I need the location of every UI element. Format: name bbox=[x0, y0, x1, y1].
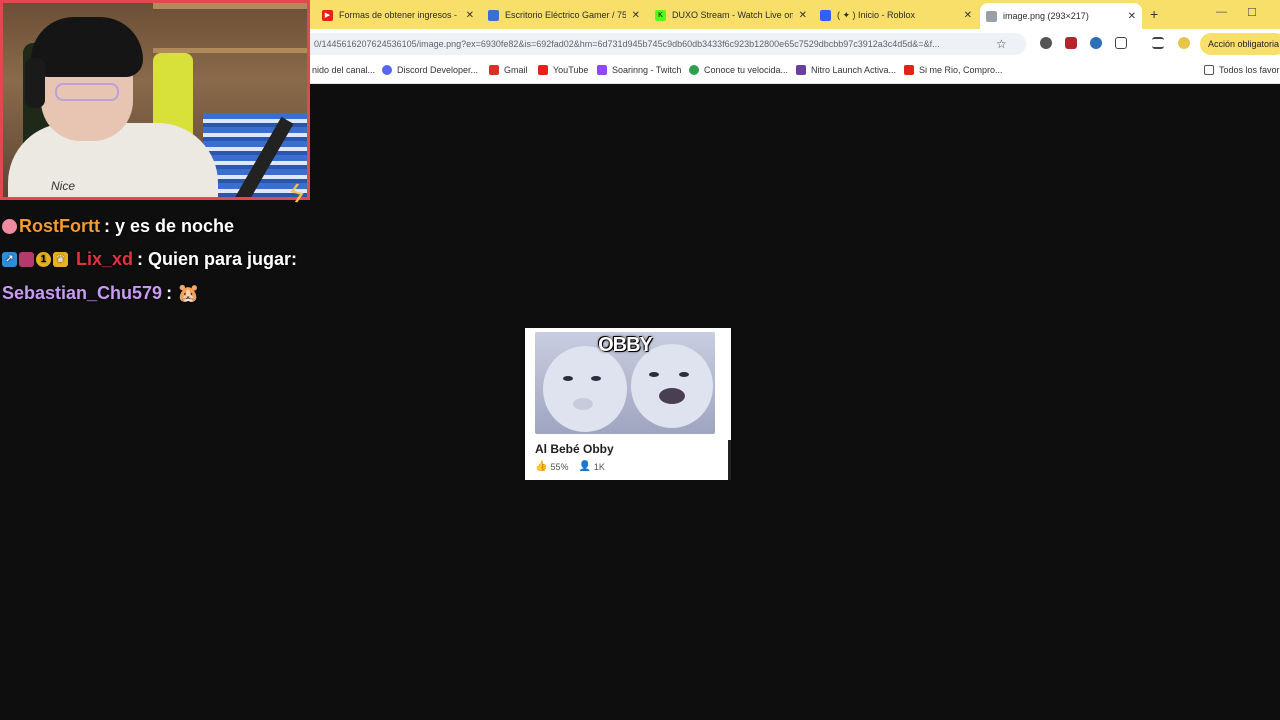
baby-eye bbox=[679, 372, 689, 377]
bookmark-label: Soarinng - Twitch bbox=[612, 65, 682, 75]
close-icon[interactable]: ✕ bbox=[632, 10, 640, 21]
bookmark-item[interactable]: Gmail bbox=[489, 65, 528, 75]
media-control-icon[interactable] bbox=[1152, 37, 1164, 49]
badge-icon bbox=[19, 252, 34, 267]
tab-title: ( ✦ ) Inicio - Roblox bbox=[837, 9, 916, 20]
thumbs-up-icon: 👍 bbox=[535, 461, 548, 472]
youtube-icon: ▶ bbox=[322, 9, 333, 21]
baby-face bbox=[543, 346, 627, 432]
badge-icon: ↗ bbox=[2, 252, 17, 267]
chat-text: : 🐹 bbox=[166, 283, 200, 303]
bookmark-item[interactable]: Si me Rio, Compro... bbox=[904, 65, 1003, 75]
globe-icon bbox=[986, 10, 997, 22]
youtube-icon bbox=[904, 65, 914, 75]
bookmark-star-icon[interactable]: ☆ bbox=[996, 37, 1007, 51]
player-count: 1K bbox=[593, 461, 605, 472]
bookmark-label: Nitro Launch Activa... bbox=[811, 65, 897, 75]
extension-icon[interactable] bbox=[1065, 37, 1077, 49]
player-icon: 👤 bbox=[578, 461, 591, 472]
kick-icon: K bbox=[655, 9, 666, 21]
baby-eye bbox=[563, 376, 573, 381]
game-stats: 👍 55% 👤 1K bbox=[535, 461, 605, 472]
tab-title: image.png (293×217) bbox=[1003, 11, 1089, 21]
tab-youtube-ingresos[interactable]: ▶ Formas de obtener ingresos - Y ✕ bbox=[322, 3, 474, 27]
bookmark-item[interactable]: Conoce tu velocida... bbox=[689, 65, 788, 75]
baby-hand bbox=[573, 398, 593, 410]
tab-image-png[interactable]: image.png (293×217) ✕ bbox=[980, 3, 1142, 29]
speedtest-icon bbox=[689, 65, 699, 75]
tab-escritorio[interactable]: Escritorio Eléctrico Gamer / 75 ✕ bbox=[488, 3, 640, 27]
bookmark-label: Si me Rio, Compro... bbox=[919, 65, 1003, 75]
badge-icon: 1 bbox=[36, 252, 51, 267]
youtube-icon bbox=[538, 65, 548, 75]
chat-text: : y es de noche bbox=[103, 216, 235, 236]
minimize-icon[interactable]: — bbox=[1216, 6, 1227, 18]
chat-message: RostFortt : y es de noche bbox=[2, 216, 234, 237]
bookmark-label: nido del canal... bbox=[312, 65, 376, 75]
gmail-icon bbox=[489, 65, 499, 75]
close-icon[interactable]: ✕ bbox=[466, 10, 474, 21]
close-icon[interactable]: ✕ bbox=[1128, 11, 1136, 22]
bookmark-item[interactable]: nido del canal... bbox=[312, 65, 375, 75]
close-icon[interactable]: ✕ bbox=[799, 10, 807, 21]
card-divider bbox=[728, 440, 731, 480]
address-bar[interactable]: 0/1445616207624536105/image.png?ex=6930f… bbox=[300, 33, 1026, 55]
headphones bbox=[25, 58, 45, 108]
tab-title: Formas de obtener ingresos - Y bbox=[339, 10, 460, 20]
rating-value: 55% bbox=[550, 461, 569, 472]
bookmark-item[interactable]: Nitro Launch Activa... bbox=[796, 65, 896, 75]
puzzle-icon[interactable] bbox=[1115, 37, 1127, 49]
close-icon[interactable]: ✕ bbox=[964, 10, 972, 21]
maximize-icon[interactable]: ☐ bbox=[1247, 6, 1257, 19]
bookmark-label: Discord Developer... bbox=[397, 65, 479, 75]
bookmark-label: Gmail bbox=[504, 65, 528, 75]
tab-title: Escritorio Eléctrico Gamer / 75 bbox=[505, 10, 626, 20]
bookmark-label: YouTube bbox=[553, 65, 589, 75]
crown-icon: ♛ bbox=[53, 252, 68, 267]
chat-username: Sebastian_Chu579 bbox=[2, 283, 163, 303]
twitch-icon bbox=[597, 65, 607, 75]
baby-eye bbox=[591, 376, 601, 381]
thumbnail-title: OBBY bbox=[598, 334, 653, 356]
game-thumbnail: OBBY bbox=[535, 332, 715, 434]
tab-roblox[interactable]: ( ✦ ) Inicio - Roblox ✕ bbox=[820, 3, 972, 27]
baby-mouth bbox=[659, 388, 685, 404]
baby-eye bbox=[649, 372, 659, 377]
bookmark-label: Todos los favori bbox=[1219, 65, 1280, 75]
address-url[interactable]: 0/1445616207624536105/image.png?ex=6930f… bbox=[314, 39, 990, 49]
game-title: Al Bebé Obby bbox=[535, 442, 614, 456]
roblox-icon bbox=[820, 9, 831, 21]
webcam-overlay: Nice bbox=[0, 0, 310, 200]
person-hair bbox=[31, 17, 143, 77]
tab-duxo-stream[interactable]: K DUXO Stream - Watch Live on K ✕ bbox=[655, 3, 807, 27]
bookmark-item[interactable]: Soarinng - Twitch bbox=[597, 65, 681, 75]
extension-icon[interactable] bbox=[1040, 37, 1052, 49]
chat-username: Lix_xd bbox=[76, 249, 134, 269]
chat-username: RostFortt bbox=[19, 216, 100, 236]
game-card-image[interactable]: OBBY Al Bebé Obby 👍 55% 👤 1K bbox=[525, 328, 731, 480]
store-icon bbox=[488, 9, 499, 21]
glasses bbox=[55, 83, 119, 101]
discord-icon bbox=[382, 65, 392, 75]
bookmark-label: Conoce tu velocida... bbox=[704, 65, 789, 75]
new-tab-button[interactable]: + bbox=[1150, 6, 1158, 22]
bookmark-item[interactable]: Discord Developer... bbox=[382, 65, 478, 75]
chat-message: Sebastian_Chu579 : 🐹 bbox=[2, 283, 200, 304]
folder-icon bbox=[1204, 65, 1214, 75]
all-bookmarks-button[interactable]: Todos los favori bbox=[1204, 65, 1280, 75]
chat-text: : Quien para jugar: bbox=[137, 249, 298, 269]
avatar[interactable] bbox=[1178, 37, 1190, 49]
tab-title: DUXO Stream - Watch Live on K bbox=[672, 10, 793, 20]
badge-icon bbox=[2, 219, 17, 234]
nitro-icon bbox=[796, 65, 806, 75]
shelf bbox=[153, 3, 307, 9]
shirt-text: Nice bbox=[51, 179, 76, 193]
chat-message: ↗ 1 ♛ Lix_xd : Quien para jugar: bbox=[2, 249, 297, 270]
action-required-button[interactable]: Acción obligatoria bbox=[1200, 33, 1280, 55]
extension-icon[interactable] bbox=[1090, 37, 1102, 49]
bookmark-item[interactable]: YouTube bbox=[538, 65, 588, 75]
